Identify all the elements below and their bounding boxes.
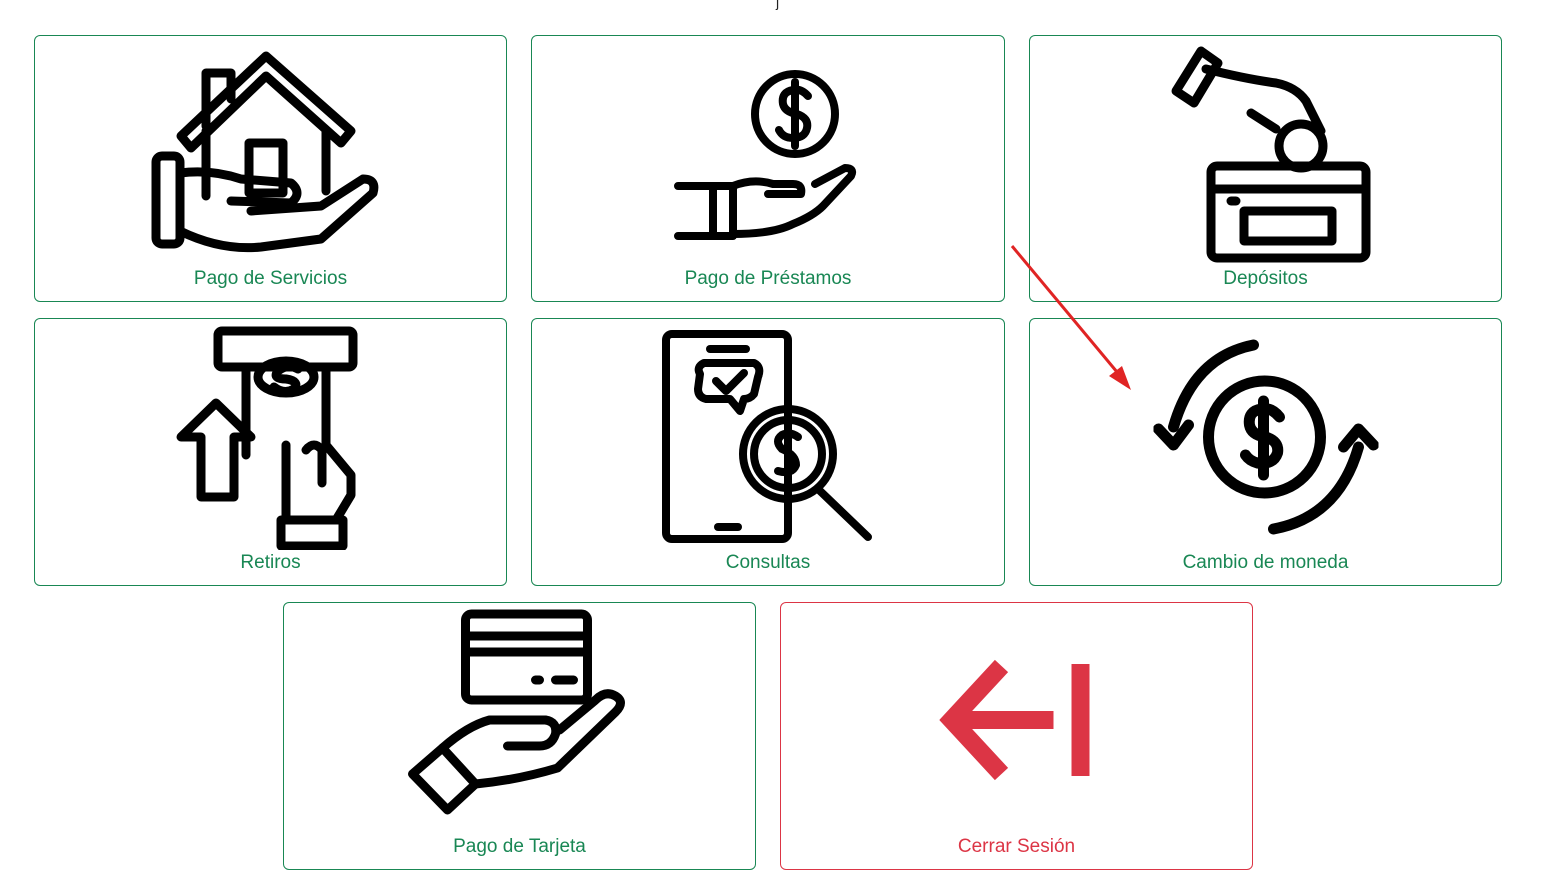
menu-label: Cerrar Sesión (957, 836, 1076, 857)
coin-in-hand-icon (673, 66, 863, 246)
card-in-hand-icon (407, 608, 632, 833)
menu-label: Cambio de moneda (1182, 552, 1349, 573)
menu-card-cerrar-sesion[interactable]: Cerrar Sesión (780, 602, 1253, 870)
menu-card-depositos[interactable]: Depósitos (1029, 35, 1502, 302)
menu-card-pago-servicios[interactable]: Pago de Servicios (34, 35, 507, 302)
menu-label: Depósitos (1223, 268, 1308, 289)
menu-label: Pago de Préstamos (684, 268, 852, 289)
menu-card-retiros[interactable]: Retiros (34, 318, 507, 586)
deposit-coin-box-icon (1156, 41, 1376, 266)
menu-label: Retiros (240, 552, 301, 573)
phone-search-money-icon (658, 329, 878, 549)
menu-card-cambio-moneda[interactable]: Cambio de moneda (1029, 318, 1502, 586)
page: j Pago de Servicios Pago de Préstamos De… (0, 0, 1558, 879)
menu-label: Pago de Tarjeta (453, 836, 586, 857)
menu-label: Pago de Servicios (193, 268, 348, 289)
menu-card-consultas[interactable]: Consultas (531, 318, 1005, 586)
menu-card-pago-prestamos[interactable]: Pago de Préstamos (531, 35, 1005, 302)
house-in-hand-icon (151, 51, 391, 256)
logout-arrow-icon (939, 658, 1094, 783)
menu-card-pago-tarjeta[interactable]: Pago de Tarjeta (283, 602, 756, 870)
atm-withdraw-icon (176, 325, 366, 550)
currency-exchange-icon (1153, 337, 1378, 537)
clipped-heading: j (776, 0, 780, 10)
menu-label: Consultas (725, 552, 811, 573)
